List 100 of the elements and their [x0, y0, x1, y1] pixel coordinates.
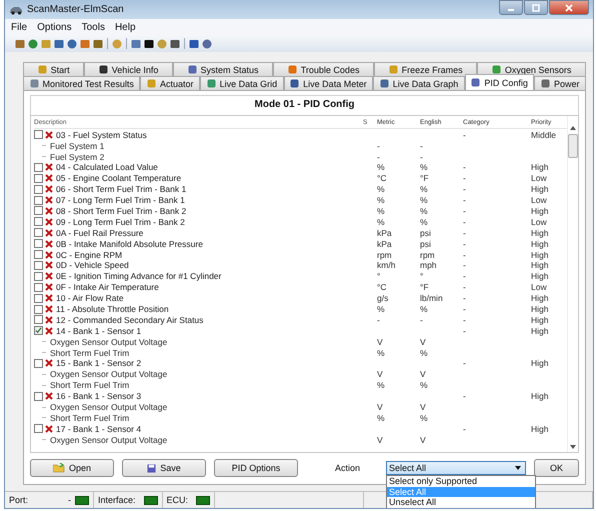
- metric-unit: g/s: [377, 293, 388, 304]
- pid-name: 09 - Long Term Fuel Trim - Bank 2: [56, 216, 185, 227]
- priority-cell: High: [531, 304, 548, 314]
- metric-unit: V: [377, 336, 383, 347]
- checkbox[interactable]: [34, 196, 43, 205]
- category-cell: -: [463, 250, 466, 260]
- tab[interactable]: Trouble Codes: [273, 62, 374, 76]
- priority-cell: Low: [531, 195, 547, 206]
- tab[interactable]: Live Data Grid: [200, 76, 284, 90]
- checkbox[interactable]: [34, 260, 43, 270]
- options-button[interactable]: PID Options: [214, 459, 298, 478]
- checkbox[interactable]: [34, 162, 43, 172]
- metric-unit: %: [377, 206, 385, 216]
- priority-cell: Low: [531, 216, 547, 227]
- checkbox[interactable]: [34, 326, 43, 336]
- metric-unit: V: [377, 369, 383, 380]
- priority-cell: High: [531, 250, 548, 260]
- metric-unit: -: [377, 140, 380, 151]
- tab[interactable]: Start: [23, 62, 84, 76]
- scroll-down-icon[interactable]: [570, 445, 576, 450]
- checkbox[interactable]: [34, 184, 43, 194]
- menu-item[interactable]: File: [11, 22, 28, 33]
- dropdown-option[interactable]: Select only Supported: [387, 476, 535, 487]
- category-cell: -: [463, 195, 466, 206]
- tab[interactable]: Actuator: [140, 76, 200, 90]
- save-button[interactable]: Save: [122, 459, 206, 478]
- menu-item[interactable]: Options: [37, 22, 72, 33]
- checkbox[interactable]: [34, 294, 43, 303]
- metric-unit: rpm: [377, 250, 392, 260]
- category-cell: -: [463, 130, 466, 140]
- metric-unit: %: [377, 216, 385, 227]
- scroll-up-icon[interactable]: [570, 126, 576, 130]
- status-led: [75, 496, 89, 505]
- english-unit: V: [420, 402, 426, 412]
- maximize-button[interactable]: [524, 0, 548, 15]
- dropdown-option[interactable]: Unselect All: [387, 497, 535, 508]
- tab[interactable]: Power: [534, 76, 586, 90]
- checkbox[interactable]: [34, 228, 43, 238]
- priority-cell: Low: [531, 282, 547, 292]
- action-dropdown[interactable]: Select All: [386, 461, 526, 476]
- category-cell: -: [463, 282, 466, 292]
- checkbox[interactable]: [34, 392, 43, 401]
- status-led: [144, 496, 158, 505]
- pid-name: 0E - Ignition Timing Advance for #1 Cylinder: [56, 271, 222, 282]
- english-unit: V: [420, 336, 426, 347]
- checkbox[interactable]: [34, 424, 43, 434]
- menu-item[interactable]: Help: [114, 22, 136, 33]
- tab[interactable]: PID Config: [464, 74, 534, 90]
- category-cell: -: [463, 358, 466, 368]
- checkbox[interactable]: [34, 282, 43, 292]
- tab[interactable]: Live Data Meter: [284, 76, 374, 90]
- checkbox[interactable]: [34, 174, 43, 183]
- priority-cell: High: [531, 314, 548, 325]
- sub-parameter: Short Term Fuel Trim: [50, 412, 130, 423]
- checkbox[interactable]: [34, 130, 43, 140]
- sub-parameter: Oxygen Sensor Output Voltage: [50, 369, 168, 380]
- scrollbar[interactable]: [567, 116, 578, 452]
- scroll-thumb[interactable]: [568, 134, 578, 158]
- checkbox[interactable]: [34, 272, 43, 281]
- menu-item[interactable]: Tools: [82, 22, 105, 33]
- maximize-icon: [532, 4, 540, 12]
- ok-button[interactable]: OK: [534, 459, 579, 478]
- metric-unit: %: [377, 195, 385, 206]
- priority-cell: High: [531, 391, 548, 402]
- caret-icon: [515, 466, 521, 470]
- checkbox[interactable]: [34, 250, 43, 260]
- tab[interactable]: Freeze Frames: [374, 62, 478, 76]
- pid-name: 0B - Intake Manifold Absolute Pressure: [56, 238, 203, 249]
- english-unit: °F: [420, 173, 429, 184]
- pid-name: 07 - Long Term Fuel Trim - Bank 1: [56, 195, 185, 206]
- checkbox[interactable]: [34, 304, 43, 314]
- open-button[interactable]: Open: [30, 459, 114, 478]
- tab[interactable]: Live Data Graph: [373, 76, 465, 90]
- checkbox[interactable]: [34, 206, 43, 216]
- priority-cell: Middle: [531, 130, 556, 140]
- category-cell: -: [463, 260, 466, 270]
- metric-unit: -: [377, 314, 380, 325]
- checkbox[interactable]: [34, 315, 43, 324]
- pid-name: 0A - Fuel Rail Pressure: [56, 228, 144, 238]
- status-value: -: [68, 495, 71, 506]
- close-button[interactable]: [549, 0, 589, 15]
- pid-name: 04 - Calculated Load Value: [56, 162, 158, 172]
- priority-cell: High: [531, 228, 548, 238]
- english-unit: %: [420, 216, 428, 227]
- english-unit: %: [420, 380, 428, 390]
- sub-parameter: Oxygen Sensor Output Voltage: [50, 402, 168, 412]
- metric-unit: %: [377, 162, 385, 172]
- checkbox[interactable]: [34, 239, 43, 248]
- pid-name: 03 - Fuel System Status: [56, 130, 147, 140]
- tab[interactable]: System Status: [172, 62, 274, 76]
- minimize-button[interactable]: [499, 0, 523, 15]
- checkbox[interactable]: [34, 217, 43, 226]
- sub-parameter: Oxygen Sensor Output Voltage: [50, 336, 168, 347]
- checkbox[interactable]: [34, 358, 43, 368]
- tab[interactable]: Monitored Test Results: [23, 76, 140, 90]
- tab[interactable]: Vehicle Info: [84, 62, 173, 76]
- english-unit: -: [420, 140, 423, 151]
- priority-cell: High: [531, 238, 548, 249]
- metric-unit: V: [377, 434, 383, 445]
- english-unit: -: [420, 152, 423, 162]
